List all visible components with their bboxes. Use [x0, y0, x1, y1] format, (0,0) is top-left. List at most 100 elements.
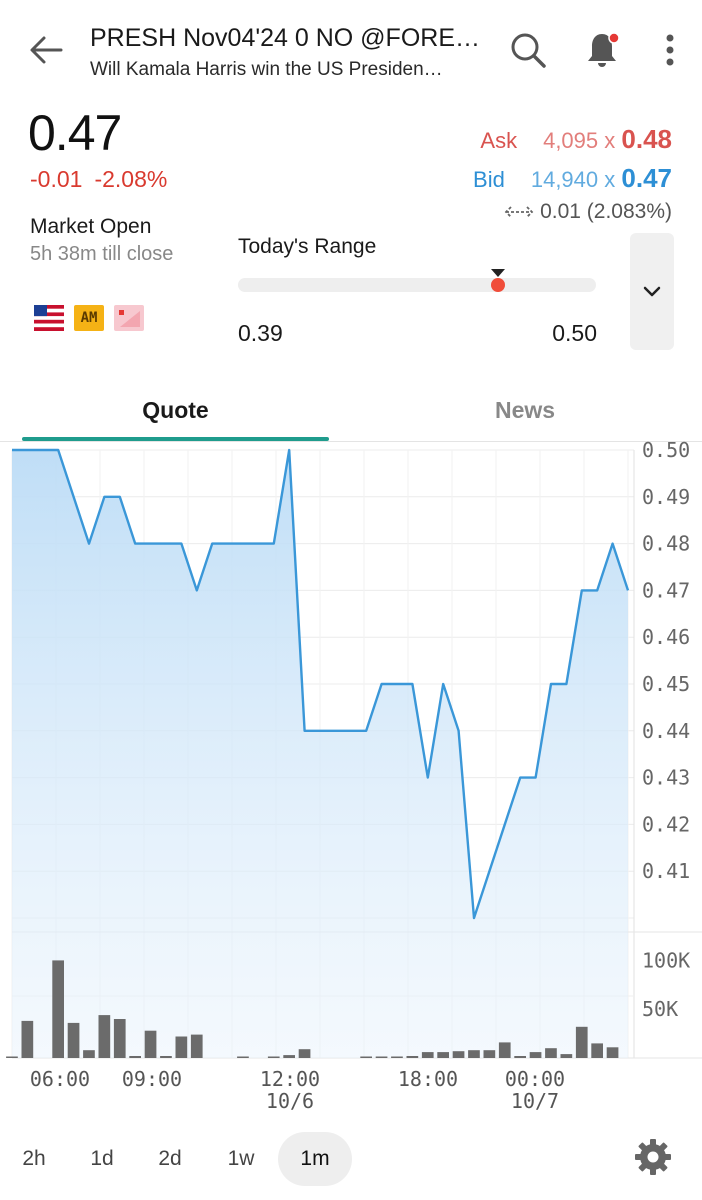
volume-bar: [498, 1042, 511, 1058]
volume-bar: [67, 1022, 80, 1058]
volume-bar: [391, 1056, 403, 1058]
volume-bar: [190, 1034, 203, 1058]
spread-row: 0.01 (2.083%): [473, 200, 672, 224]
volume-bar: [283, 1055, 295, 1058]
volume-bar: [437, 1052, 449, 1058]
volume-bar: [375, 1056, 388, 1058]
time-axis-label: 12:00: [260, 1067, 320, 1091]
bid-x: x: [604, 167, 616, 192]
contract-title: PRESH Nov04'24 0 NO @FORE…: [90, 24, 480, 52]
price-tick-label: 0.50: [642, 440, 690, 462]
range-track: [238, 278, 596, 292]
volume-bar: [591, 1043, 603, 1058]
change-percent: -2.08%: [94, 166, 168, 192]
bid-row: Bid 14,940 x 0.47: [473, 163, 672, 194]
volume-bar: [83, 1050, 95, 1058]
range-high: 0.50: [552, 320, 597, 346]
ask-bid-panel: Ask 4,095 x 0.48 Bid 14,940 x 0.47 0.01 (2…: [473, 124, 672, 224]
volume-bar: [160, 1056, 172, 1058]
ask-qty: 4,095: [543, 128, 599, 153]
tab-bar: Quote News: [0, 378, 702, 442]
volume-bar: [560, 1054, 573, 1058]
market-status: Market Open: [30, 215, 152, 238]
period-1w[interactable]: 1w: [216, 1132, 266, 1186]
volume-bar: [468, 1050, 480, 1058]
period-1d[interactable]: 1d: [80, 1132, 124, 1186]
am-badge: AM: [74, 305, 104, 331]
volume-bar: [6, 1056, 18, 1058]
spread-value: 0.01 (2.083%): [540, 200, 672, 223]
tab-quote[interactable]: Quote: [22, 378, 329, 442]
volume-bar: [421, 1052, 434, 1058]
time-axis-label: 00:00: [505, 1067, 565, 1091]
period-2h[interactable]: 2h: [12, 1132, 56, 1186]
volume-bar: [52, 960, 64, 1058]
chevron-down-icon: [643, 286, 661, 296]
price-tick-label: 0.43: [642, 766, 690, 790]
search-icon: [511, 33, 546, 68]
volume-bar: [144, 1030, 157, 1058]
gear-icon: [635, 1139, 671, 1175]
price-change: -0.01 -2.08%: [30, 166, 179, 193]
ask-row: Ask 4,095 x 0.48: [473, 124, 672, 155]
volume-bar: [98, 1015, 111, 1058]
ask-x: x: [604, 128, 616, 153]
volume-bar: [545, 1048, 557, 1058]
badges: AM: [34, 305, 144, 331]
price-tick-label: 0.41: [642, 859, 690, 883]
price-tick-label: 0.45: [642, 672, 690, 696]
volume-bar: [113, 1019, 126, 1058]
range-title: Today's Range: [238, 235, 377, 258]
price-chart[interactable]: 0.50 0.49 0.48 0.47 0.46 0.45 0.44 0.43 0.42 0.41…: [0, 440, 702, 1120]
time-axis-label: 06:00: [30, 1067, 90, 1091]
us-flag-icon: [34, 305, 64, 331]
date-axis-label: 10/7: [511, 1089, 559, 1113]
volume-bar: [483, 1050, 496, 1058]
bell-icon: [588, 32, 620, 67]
volume-bar: [514, 1056, 526, 1058]
volume-tick-label: 100K: [642, 948, 690, 972]
more-vertical-icon: [666, 34, 674, 66]
price-tick-label: 0.46: [642, 625, 690, 649]
date-axis-label: 10/6: [266, 1089, 314, 1113]
time-axis-label: 09:00: [122, 1067, 182, 1091]
bid-qty: 14,940: [530, 167, 599, 192]
period-1m[interactable]: 1m: [278, 1132, 352, 1186]
price-tick-label: 0.42: [642, 812, 690, 836]
chart-settings-button[interactable]: [630, 1134, 676, 1180]
volume-bar: [298, 1049, 311, 1058]
arrow-left-icon: [30, 36, 63, 64]
bid-label: Bid: [473, 167, 505, 192]
title-block: PRESH Nov04'24 0 NO @FORE… Will Kamala H…: [90, 24, 490, 81]
alert-button[interactable]: [578, 26, 626, 74]
volume-bar: [360, 1056, 372, 1058]
price-tick-label: 0.49: [642, 485, 690, 509]
volume-bar: [237, 1056, 249, 1058]
price-tick-label: 0.44: [642, 719, 690, 743]
volume-bar: [575, 1026, 588, 1058]
time-axis-label: 18:00: [398, 1067, 458, 1091]
price-tick-label: 0.47: [642, 578, 690, 602]
top-bar: PRESH Nov04'24 0 NO @FORE… Will Kamala H…: [0, 0, 702, 100]
period-selector: 2h 1d 2d 1w 1m: [0, 1128, 702, 1188]
volume-bar: [452, 1051, 465, 1058]
last-price: 0.47: [28, 105, 122, 161]
back-button[interactable]: [22, 26, 70, 74]
price-tick-label: 0.48: [642, 532, 690, 556]
range-marker-icon: [491, 269, 506, 292]
more-options-button[interactable]: [646, 26, 694, 74]
contract-subtitle: Will Kamala Harris win the US Presiden…: [90, 59, 443, 80]
period-2d[interactable]: 2d: [148, 1132, 192, 1186]
tab-news[interactable]: News: [370, 378, 680, 442]
till-close: 5h 38m till close: [30, 243, 174, 265]
volume-bar: [21, 1020, 34, 1058]
signal-icon: [114, 305, 144, 331]
expand-button[interactable]: [630, 233, 674, 350]
volume-bar: [267, 1056, 280, 1058]
search-button[interactable]: [504, 26, 552, 74]
spread-arrows-icon: [504, 206, 534, 219]
volume-bar: [606, 1047, 619, 1058]
volume-bar: [175, 1036, 188, 1058]
volume-bar: [129, 1056, 141, 1058]
range-low: 0.39: [238, 320, 283, 346]
